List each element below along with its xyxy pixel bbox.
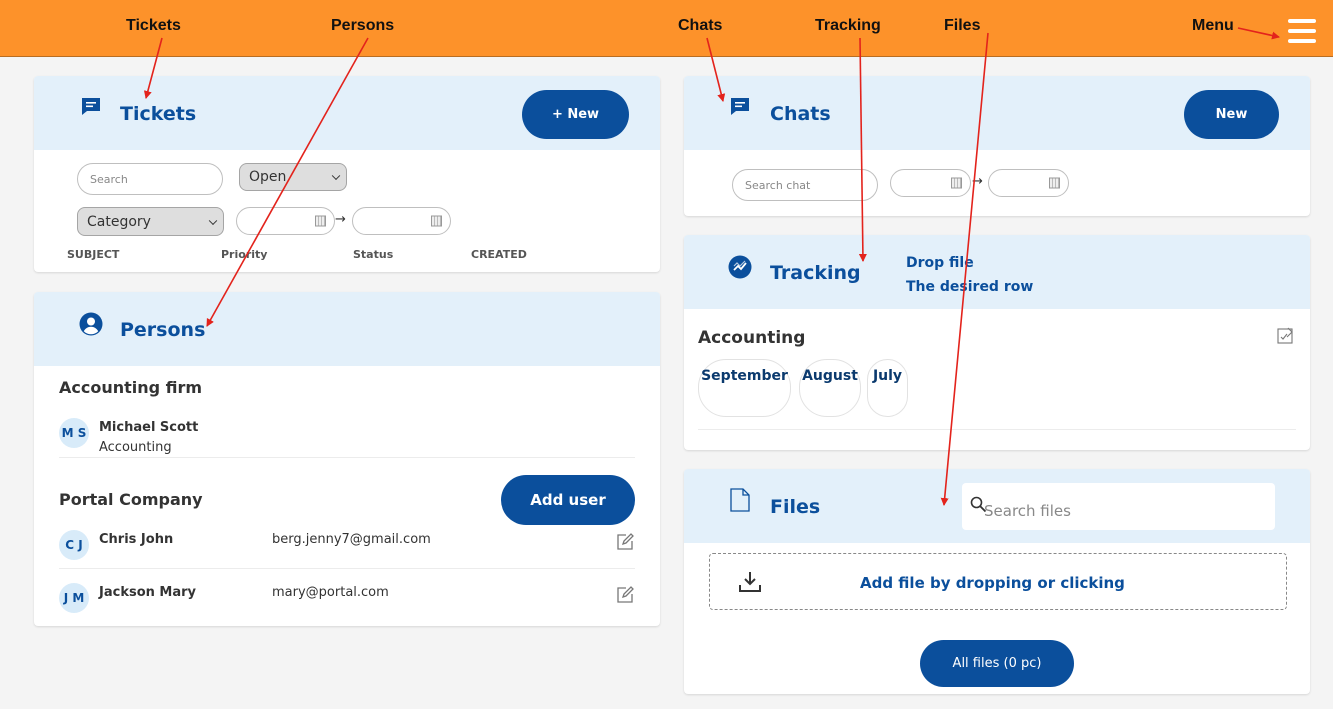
person-email: mary@portal.com: [272, 585, 389, 600]
month-september[interactable]: September: [698, 359, 791, 417]
download-tray-icon: [739, 572, 761, 592]
chat-search-input[interactable]: Search chat: [732, 169, 878, 201]
column-status[interactable]: Status: [353, 248, 393, 261]
annotation-persons: Persons: [331, 17, 395, 34]
group-accounting-firm: Accounting firm: [59, 378, 203, 397]
new-chat-button[interactable]: New: [1184, 90, 1279, 139]
avatar: J M: [59, 583, 89, 613]
chats-card: Chats New Search chat →: [684, 76, 1310, 216]
edit-icon[interactable]: [615, 532, 635, 552]
row-divider: [59, 457, 635, 458]
persons-card: Persons Accounting firm M S Michael Scot…: [34, 292, 660, 626]
files-card: Files Search files Add file by dropping …: [684, 469, 1310, 694]
ticket-search-input[interactable]: Search: [77, 163, 223, 195]
date-to-input[interactable]: [352, 207, 451, 235]
month-august[interactable]: August: [799, 359, 861, 417]
annotation-tickets: Tickets: [126, 17, 181, 34]
tracking-row-title: Accounting: [698, 328, 806, 348]
category-select-value: Category: [87, 213, 151, 230]
chat-icon: [731, 98, 749, 115]
tickets-card: Tickets + New Search Open Category → SUB…: [34, 76, 660, 272]
file-dropzone[interactable]: Add file by dropping or clicking: [709, 553, 1287, 610]
status-select-value: Open: [249, 169, 287, 185]
file-document-icon: [730, 488, 750, 512]
avatar: M S: [59, 418, 89, 448]
tracking-title: Tracking: [770, 262, 861, 284]
annotation-menu: Menu: [1192, 17, 1234, 34]
column-priority[interactable]: Priority: [221, 248, 267, 261]
group-portal-company: Portal Company: [59, 490, 203, 509]
tracking-chart-icon: [728, 255, 752, 279]
chevron-down-icon: [208, 216, 218, 225]
checklist-edit-icon[interactable]: [1277, 327, 1294, 344]
file-search-input[interactable]: Search files: [962, 483, 1275, 530]
chevron-down-icon: [331, 171, 341, 181]
date-from-input[interactable]: [236, 207, 335, 235]
dropzone-text: Add file by dropping or clicking: [860, 574, 1125, 592]
status-select[interactable]: Open: [239, 163, 347, 191]
file-search-placeholder: Search files: [984, 502, 1071, 520]
person-name[interactable]: Chris John: [99, 532, 173, 547]
annotation-bar: Tickets Persons Chats Tracking Files Men…: [0, 0, 1333, 57]
ticket-chat-icon: [82, 98, 100, 115]
person-name[interactable]: Michael Scott: [99, 420, 198, 435]
tracking-hint-drop-file: Drop file: [906, 255, 974, 271]
date-range-arrow-icon: →: [335, 212, 346, 227]
annotation-files: Files: [944, 17, 981, 34]
calendar-icon: [315, 215, 326, 227]
tickets-title: Tickets: [120, 103, 197, 125]
hamburger-menu-icon[interactable]: [1288, 19, 1316, 43]
persons-title: Persons: [120, 319, 206, 341]
chats-title: Chats: [770, 103, 831, 125]
avatar: C J: [59, 530, 89, 560]
calendar-icon: [1049, 177, 1060, 189]
person-name[interactable]: Jackson Mary: [99, 585, 196, 600]
date-range-arrow-icon: →: [972, 174, 983, 189]
chat-date-to-input[interactable]: [988, 169, 1069, 197]
category-select[interactable]: Category: [77, 207, 224, 236]
edit-icon[interactable]: [615, 585, 635, 605]
new-ticket-button[interactable]: + New: [522, 90, 629, 139]
annotation-tracking: Tracking: [815, 17, 881, 34]
add-user-button[interactable]: Add user: [501, 475, 635, 525]
person-icon: [79, 312, 103, 336]
files-title: Files: [770, 496, 821, 518]
calendar-icon: [951, 177, 962, 189]
row-divider: [698, 429, 1296, 430]
tracking-hint-row: The desired row: [906, 279, 1034, 295]
column-created[interactable]: CREATED: [471, 248, 527, 261]
row-divider: [59, 568, 635, 569]
tracking-card: Tracking Drop file The desired row Accou…: [684, 235, 1310, 450]
person-subtitle: Accounting: [99, 440, 172, 455]
person-email: berg.jenny7@gmail.com: [272, 532, 431, 547]
calendar-icon: [431, 215, 442, 227]
column-subject[interactable]: SUBJECT: [67, 248, 119, 261]
chat-date-from-input[interactable]: [890, 169, 971, 197]
month-july[interactable]: July: [867, 359, 908, 417]
all-files-button[interactable]: All files (0 pc): [920, 640, 1074, 687]
annotation-chats: Chats: [678, 17, 723, 34]
